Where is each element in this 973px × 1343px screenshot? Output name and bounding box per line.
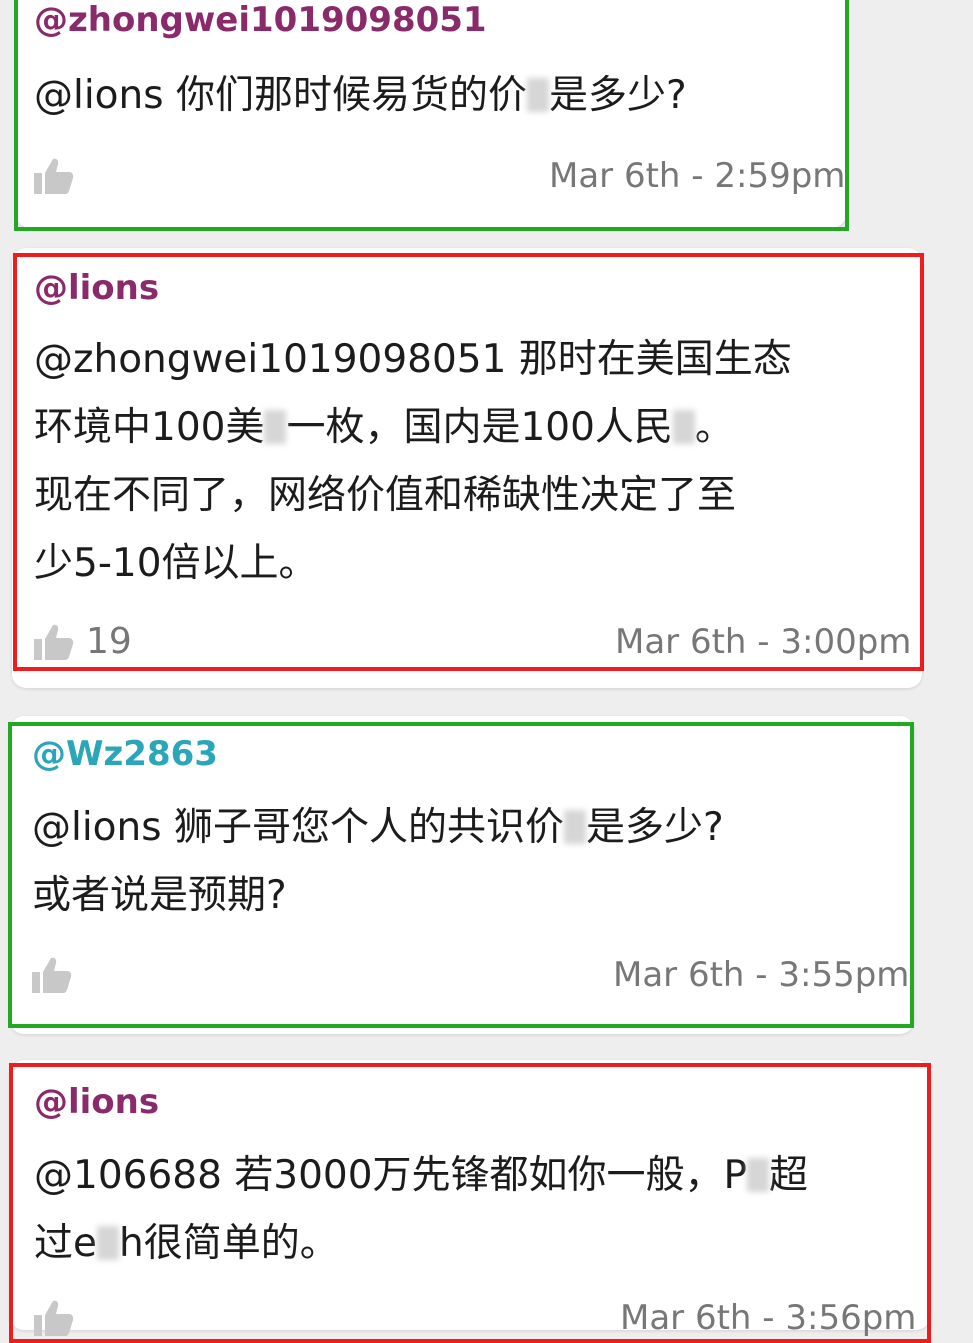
- like-count: 19: [86, 621, 132, 662]
- comment-username[interactable]: @lions: [34, 268, 159, 308]
- thumbs-up-icon: [32, 957, 72, 993]
- comment-text: @zhongwei1019098051 那时在美国生态 环境中100美 一枚，国内…: [34, 337, 792, 586]
- mosaic-redaction: [97, 1226, 119, 1260]
- mosaic-redaction: [264, 410, 287, 444]
- thumbs-up-icon: [34, 624, 74, 660]
- comment-username[interactable]: @Wz2863: [32, 734, 218, 774]
- comment-text: @106688 若3000万先锋都如你一般，P 超 过e h很简单的。: [34, 1153, 809, 1266]
- comment-username[interactable]: @zhongwei1019098051: [34, 0, 487, 40]
- thumbs-up-icon: [34, 1300, 74, 1336]
- mosaic-redaction: [672, 410, 695, 444]
- comment-timestamp: Mar 6th - 3:55pm: [613, 955, 910, 995]
- comment-timestamp: Mar 6th - 3:00pm: [615, 622, 912, 662]
- like-button[interactable]: [30, 955, 74, 995]
- mosaic-redaction: [747, 1158, 770, 1192]
- like-button[interactable]: [32, 156, 76, 196]
- comment-timestamp: Mar 6th - 2:59pm: [549, 156, 846, 196]
- comment-username[interactable]: @lions: [34, 1082, 159, 1122]
- comment-text: @lions 你们那时候易货的价 是多少?: [34, 73, 687, 118]
- comment-text: @lions 狮子哥您个人的共识价 是多少? 或者说是预期?: [32, 805, 724, 918]
- thumbs-up-icon: [34, 158, 74, 194]
- comment-timestamp: Mar 6th - 3:56pm: [620, 1298, 917, 1338]
- like-button[interactable]: [32, 622, 76, 662]
- mosaic-redaction: [526, 78, 549, 112]
- mosaic-redaction: [563, 810, 586, 844]
- like-button[interactable]: [32, 1298, 76, 1338]
